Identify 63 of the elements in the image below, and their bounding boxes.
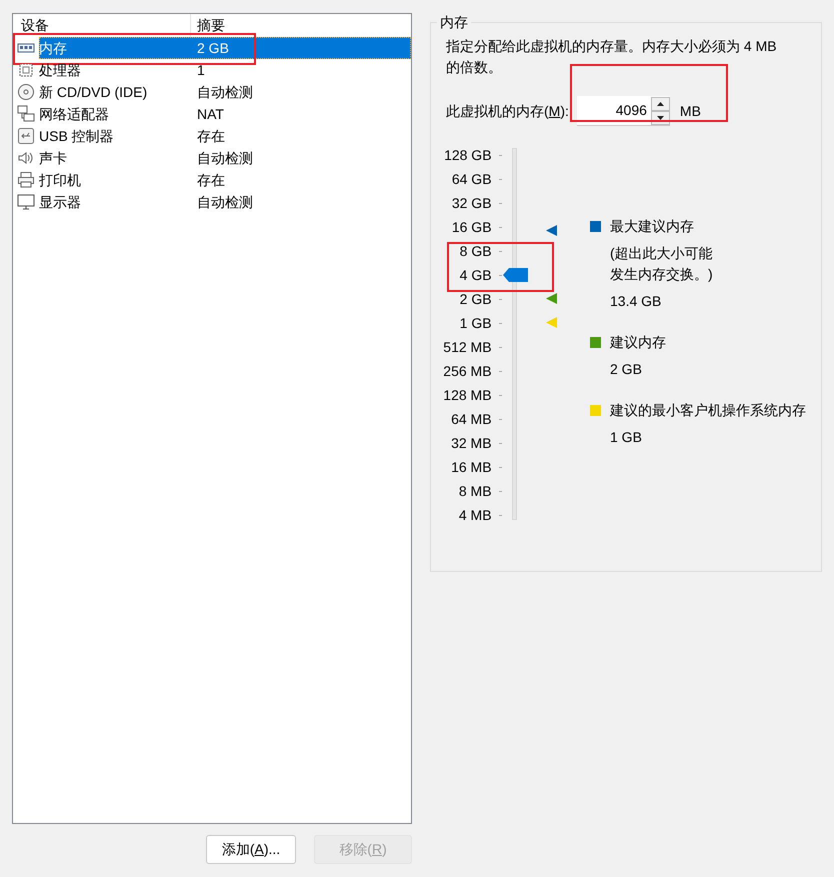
legend-label: 建议内存 [610, 333, 666, 352]
tick-label: 128 GB [443, 147, 492, 163]
legend-label: 建议的最小客户机操作系统内存 [610, 401, 806, 420]
device-row[interactable]: 网络适配器 NAT [39, 103, 411, 125]
device-summary: 自动检测 [197, 192, 253, 212]
tick-label: 256 MB [442, 363, 492, 379]
device-row[interactable]: 新 CD/DVD (IDE) 自动检测 [39, 81, 411, 103]
device-row[interactable]: 处理器 1 [39, 59, 411, 81]
device-name: 处理器 [39, 60, 82, 80]
device-summary: 2 GB [197, 38, 229, 58]
device-row[interactable]: USB 控制器 存在 [39, 125, 411, 147]
device-row[interactable]: 打印机 存在 [39, 169, 411, 191]
tick-label: 8 MB [458, 483, 492, 499]
device-name: 打印机 [39, 170, 82, 190]
tick-label: 128 MB [442, 387, 492, 403]
legend-note: 发生内存交换。) [610, 265, 714, 284]
device-name: 新 CD/DVD (IDE) [39, 82, 148, 102]
tick-label: 16 GB [450, 219, 492, 235]
cpu-icon [17, 61, 35, 79]
legend-label: 最大建议内存 [610, 217, 694, 236]
cd-icon [17, 83, 35, 101]
device-summary: 存在 [197, 126, 225, 146]
tick-label: 4 GB [458, 267, 492, 283]
legend-value: 1 GB [610, 428, 643, 447]
tick-label: 64 GB [450, 171, 492, 187]
device-summary: 自动检测 [197, 82, 253, 102]
tick-label: 512 MB [442, 339, 492, 355]
device-row[interactable]: 内存 2 GB [39, 37, 411, 59]
tick-label: 1 GB [458, 315, 492, 331]
device-summary: NAT [197, 104, 224, 124]
device-name: 网络适配器 [39, 104, 110, 124]
device-summary: 存在 [197, 170, 225, 190]
slider-thumb[interactable] [502, 268, 528, 282]
tick-label: 4 MB [458, 507, 492, 523]
tick-label: 8 GB [458, 243, 492, 259]
printer-icon [17, 171, 35, 189]
tick-label: 64 MB [450, 411, 492, 427]
legend-note: (超出此大小可能 [610, 244, 714, 263]
unit-label: MB [680, 102, 701, 120]
legend-value: 13.4 GB [610, 292, 662, 311]
tick-label: 16 MB [450, 459, 492, 475]
device-summary: 1 [197, 60, 205, 80]
device-name: 显示器 [39, 192, 82, 212]
group-title: 内存 [437, 13, 471, 31]
legend-value: 2 GB [610, 360, 643, 379]
network-icon [17, 105, 35, 123]
device-row[interactable]: 显示器 自动检测 [39, 191, 411, 213]
display-icon [17, 193, 35, 211]
number-spinner[interactable]: 4096 [576, 96, 670, 126]
device-summary: 自动检测 [197, 148, 253, 168]
tick-label: 32 GB [450, 195, 492, 211]
device-row[interactable]: 声卡 自动检测 [39, 147, 411, 169]
field-label: 此虚拟机的内存(M): [446, 102, 569, 121]
sound-icon [17, 149, 35, 167]
description: 指定分配给此虚拟机的内存量。内存大小必须为 4 MB 的倍数。 [446, 37, 778, 77]
device-name: 内存 [39, 38, 68, 58]
column-header[interactable]: 摘要 [191, 14, 411, 37]
slider-track[interactable] [512, 148, 517, 520]
tick-label: 2 GB [458, 291, 492, 307]
tick-label: 32 MB [450, 435, 492, 451]
dialog-button[interactable]: 添加(A)... [206, 835, 296, 864]
device-name: USB 控制器 [39, 126, 115, 146]
device-name: 声卡 [39, 148, 68, 168]
